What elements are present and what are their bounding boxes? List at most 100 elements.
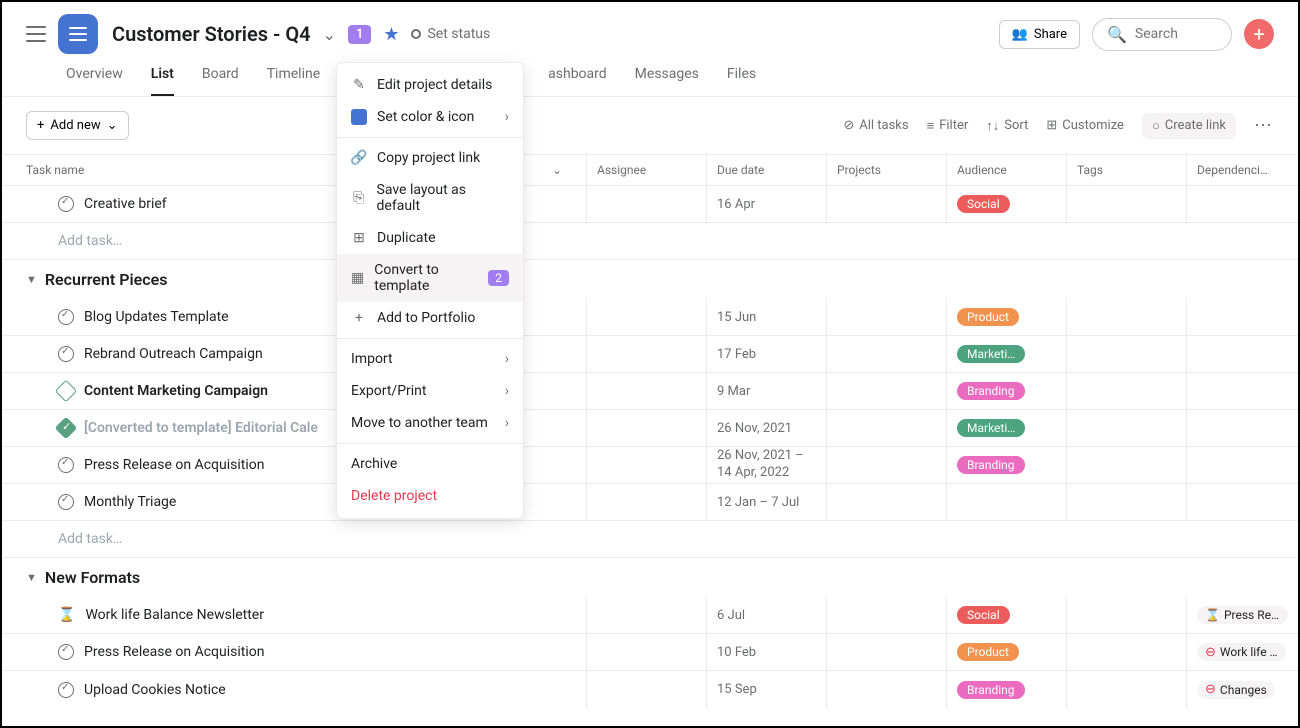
task-row[interactable]: [Converted to template] Editorial Cale 2… [2, 410, 1298, 447]
task-row[interactable]: Rebrand Outreach Campaign 17 Feb Marketi… [2, 336, 1298, 373]
audience-pill[interactable]: Social [957, 606, 1010, 624]
complete-check-icon[interactable] [58, 346, 74, 362]
project-title[interactable]: Customer Stories - Q4 [112, 22, 311, 46]
tab-dashboard[interactable]: ashboard [548, 66, 607, 96]
complete-check-icon[interactable] [58, 644, 74, 660]
grid-icon: ⊞ [1046, 118, 1057, 133]
menu-set-color[interactable]: Set color & icon› [337, 101, 523, 133]
chevron-down-icon: ⌄ [107, 118, 118, 133]
star-icon[interactable]: ★ [383, 24, 399, 45]
menu-edit-details[interactable]: ✎Edit project details [337, 69, 523, 101]
audience-pill[interactable]: Marketi… [957, 345, 1025, 363]
template-icon: ▦ [351, 270, 364, 286]
menu-convert-template[interactable]: ▦Convert to template2 [337, 254, 523, 302]
hourglass-icon[interactable]: ⌛ [58, 607, 75, 623]
duplicate-icon: ⊞ [351, 230, 367, 246]
menu-add-portfolio[interactable]: +Add to Portfolio [337, 302, 523, 334]
milestone-icon[interactable] [55, 380, 78, 403]
customize-button[interactable]: ⊞Customize [1046, 118, 1124, 133]
task-row[interactable]: Press Release on Acquisition 26 Nov, 202… [2, 447, 1298, 484]
collapse-icon[interactable]: ▼ [26, 273, 37, 286]
column-sort-icon[interactable]: ⌄ [552, 163, 562, 177]
complete-check-icon[interactable] [58, 196, 74, 212]
tab-messages[interactable]: Messages [635, 66, 699, 96]
dependency-pill[interactable]: ⊖Changes [1197, 681, 1275, 699]
audience-pill[interactable]: Product [957, 308, 1019, 326]
chevron-right-icon: › [505, 383, 509, 399]
menu-divider [337, 443, 523, 444]
complete-check-icon[interactable] [58, 494, 74, 510]
add-new-button[interactable]: + Add new ⌄ [26, 111, 129, 140]
tab-timeline[interactable]: Timeline [267, 66, 320, 96]
audience-pill[interactable]: Branding [957, 382, 1025, 400]
task-row[interactable]: Content Marketing Campaign 9 Mar Brandin… [2, 373, 1298, 410]
plus-icon: + [37, 118, 44, 133]
tab-overview[interactable]: Overview [66, 66, 123, 96]
chevron-right-icon: › [505, 109, 509, 125]
menu-import[interactable]: Import› [337, 343, 523, 375]
more-button[interactable]: ⋯ [1254, 115, 1274, 136]
audience-pill[interactable]: Social [957, 195, 1010, 213]
column-due[interactable]: Due date [707, 155, 827, 185]
menu-move-team[interactable]: Move to another team› [337, 407, 523, 439]
section-header[interactable]: ▼ New Formats [2, 558, 1298, 597]
column-projects[interactable]: Projects [827, 155, 947, 185]
share-button[interactable]: 👥 Share [999, 20, 1080, 49]
tab-files[interactable]: Files [727, 66, 756, 96]
filter-all-tasks[interactable]: ⊘All tasks [843, 118, 908, 133]
complete-check-icon[interactable] [58, 309, 74, 325]
task-row[interactable]: Monthly Triage 12 Jan – 7 Jul [2, 484, 1298, 521]
tab-list[interactable]: List [151, 66, 174, 96]
task-row[interactable]: ⌛Work life Balance Newsletter 6 Jul Soci… [2, 597, 1298, 634]
sort-button[interactable]: ↑↓Sort [986, 118, 1028, 134]
link-icon: 🔗 [351, 150, 367, 166]
menu-copy-link[interactable]: 🔗Copy project link [337, 142, 523, 174]
badge: 2 [488, 270, 509, 286]
set-status[interactable]: Set status [411, 26, 490, 42]
filter-button[interactable]: ≡Filter [927, 118, 969, 134]
project-icon [58, 14, 98, 54]
task-row[interactable]: Creative brief 16 Apr Social [2, 186, 1298, 223]
dependency-pill[interactable]: ⌛Press Rele… [1197, 606, 1288, 624]
add-task-row[interactable]: Add task… [2, 521, 1298, 558]
tab-board[interactable]: Board [202, 66, 239, 96]
collapse-icon[interactable]: ▼ [26, 571, 37, 584]
milestone-done-icon[interactable] [55, 417, 78, 440]
add-task-row[interactable]: Add task… [2, 223, 1298, 260]
menu-duplicate[interactable]: ⊞Duplicate [337, 222, 523, 254]
audience-pill[interactable]: Product [957, 643, 1019, 661]
chevron-right-icon: › [505, 415, 509, 431]
complete-check-icon[interactable] [58, 457, 74, 473]
link-icon: ○ [1152, 118, 1160, 134]
task-row[interactable]: Blog Updates Template 15 Jun Product [2, 299, 1298, 336]
sort-icon: ↑↓ [986, 118, 999, 134]
audience-pill[interactable]: Branding [957, 681, 1025, 699]
menu-save-layout[interactable]: ⎘Save layout as default [337, 174, 523, 222]
complete-check-icon[interactable] [58, 682, 74, 698]
column-assignee[interactable]: Assignee [587, 155, 707, 185]
create-link-button[interactable]: ○Create link [1142, 113, 1236, 139]
audience-pill[interactable]: Marketi… [957, 419, 1025, 437]
column-audience[interactable]: Audience [947, 155, 1067, 185]
plus-icon: + [351, 310, 367, 326]
global-add-button[interactable]: + [1244, 19, 1274, 49]
menu-divider [337, 137, 523, 138]
task-row[interactable]: Upload Cookies Notice 15 Sep Branding ⊖C… [2, 671, 1298, 708]
menu-delete[interactable]: Delete project [337, 480, 523, 512]
search-input[interactable] [1135, 26, 1225, 42]
audience-pill[interactable]: Branding [957, 456, 1025, 474]
menu-archive[interactable]: Archive [337, 448, 523, 480]
menu-divider [337, 338, 523, 339]
column-tags[interactable]: Tags [1067, 155, 1187, 185]
blocked-icon: ⊖ [1205, 683, 1216, 696]
search-box[interactable]: 🔍 [1092, 18, 1232, 51]
hamburger-menu[interactable] [26, 26, 46, 42]
project-badge: 1 [348, 25, 371, 44]
section-header[interactable]: ▼ Recurrent Pieces [2, 260, 1298, 299]
column-dependencies[interactable]: Dependenci… [1187, 155, 1298, 185]
dependency-pill[interactable]: ⊖Work life … [1197, 643, 1286, 661]
task-row[interactable]: Press Release on Acquisition 10 Feb Prod… [2, 634, 1298, 671]
project-menu-chevron[interactable]: ⌄ [323, 25, 336, 44]
menu-export[interactable]: Export/Print› [337, 375, 523, 407]
hourglass-icon: ⌛ [1205, 608, 1220, 622]
